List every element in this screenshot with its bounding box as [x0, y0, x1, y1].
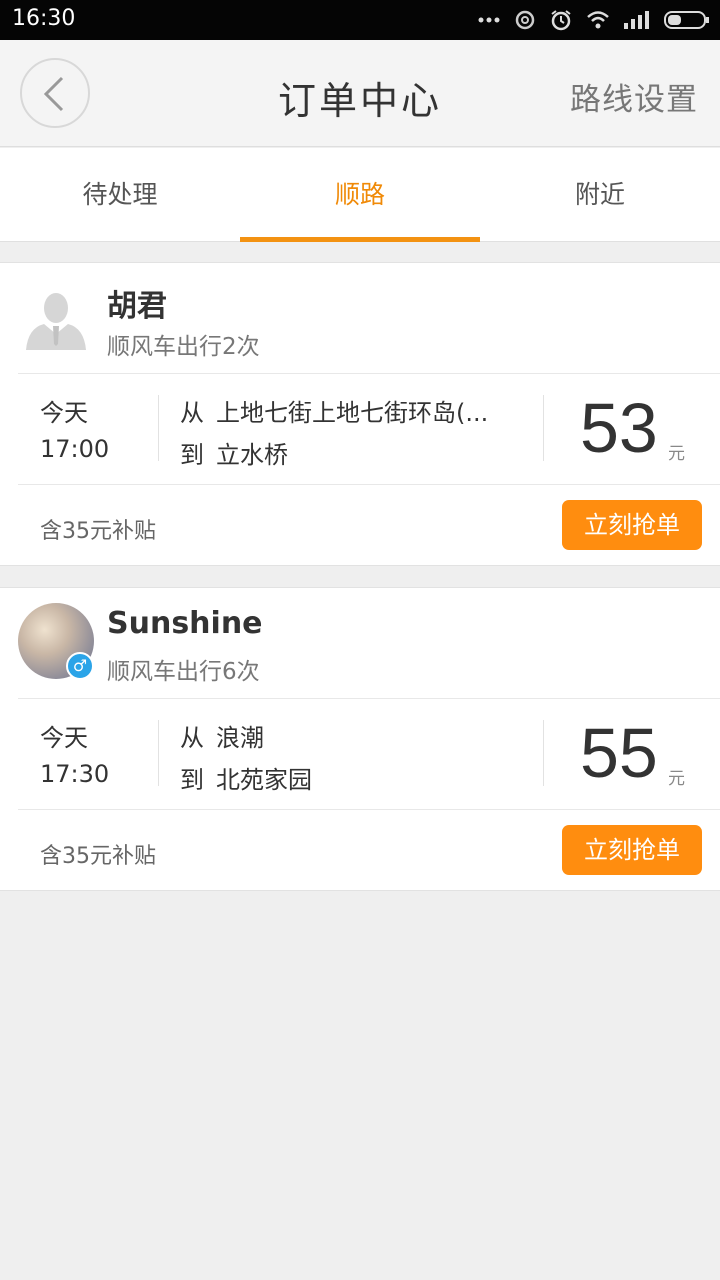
divider — [18, 809, 720, 810]
more-dots-icon — [478, 17, 500, 23]
departure-time: 17:00 — [40, 435, 110, 463]
from-address: 浪潮 — [216, 724, 264, 752]
tab-along-route[interactable]: 顺路 — [240, 148, 480, 242]
currency-unit: 元 — [668, 444, 685, 464]
divider — [18, 373, 720, 374]
tab-nearby[interactable]: 附近 — [480, 148, 720, 242]
route-settings-button[interactable]: 路线设置 — [570, 74, 698, 119]
to-address: 北苑家园 — [216, 766, 312, 794]
to-location: 到立水桥 — [180, 435, 288, 470]
app-header: 订单中心 路线设置 — [0, 40, 720, 147]
to-address: 立水桥 — [216, 441, 288, 469]
divider — [158, 720, 159, 786]
male-gender-icon: ♂ — [66, 652, 94, 680]
status-icons — [478, 8, 710, 32]
grab-order-button[interactable]: 立刻抢单 — [562, 825, 702, 875]
default-person-icon — [26, 293, 86, 350]
order-card: 胡君 顺风车出行2次 今天 17:00 从上地七街上地七街环岛(... 到立水桥… — [0, 262, 720, 566]
from-label: 从 — [180, 399, 204, 427]
currency-unit: 元 — [668, 769, 685, 789]
divider — [543, 395, 544, 461]
to-label: 到 — [180, 766, 204, 794]
to-location: 到北苑家园 — [180, 760, 312, 795]
sync-icon — [515, 10, 535, 30]
price: 53 — [580, 389, 658, 467]
departure-day: 今天 — [40, 724, 88, 752]
departure-day: 今天 — [40, 399, 88, 427]
divider — [543, 720, 544, 786]
trip-count: 顺风车出行2次 — [107, 334, 260, 360]
departure-time: 17:30 — [40, 760, 110, 788]
battery-icon — [664, 11, 709, 29]
passenger-name: Sunshine — [107, 606, 263, 641]
wifi-icon — [587, 11, 609, 29]
order-card: ♂ Sunshine 顺风车出行6次 今天 17:30 从浪潮 到北苑家园 55… — [0, 587, 720, 891]
from-location: 从浪潮 — [180, 718, 264, 753]
price: 55 — [580, 714, 658, 792]
status-bar: 16:30 — [0, 0, 720, 40]
subsidy-text: 含35元补贴 — [40, 844, 156, 869]
divider — [18, 698, 720, 699]
status-time: 16:30 — [12, 6, 76, 31]
divider — [158, 395, 159, 461]
tab-pending[interactable]: 待处理 — [0, 148, 240, 242]
from-address: 上地七街上地七街环岛(... — [216, 399, 489, 427]
subsidy-text: 含35元补贴 — [40, 519, 156, 544]
alarm-icon — [551, 10, 571, 31]
signal-icon — [624, 11, 649, 29]
from-label: 从 — [180, 724, 204, 752]
chevron-left-icon — [43, 76, 64, 112]
trip-count: 顺风车出行6次 — [107, 659, 260, 685]
tab-bar: 待处理 顺路 附近 — [0, 148, 720, 242]
passenger-name: 胡君 — [107, 289, 167, 324]
to-label: 到 — [180, 441, 204, 469]
avatar[interactable] — [18, 278, 94, 354]
from-location: 从上地七街上地七街环岛(... — [180, 393, 488, 428]
back-button[interactable] — [20, 58, 90, 128]
active-tab-indicator — [240, 237, 480, 242]
divider — [18, 484, 720, 485]
grab-order-button[interactable]: 立刻抢单 — [562, 500, 702, 550]
